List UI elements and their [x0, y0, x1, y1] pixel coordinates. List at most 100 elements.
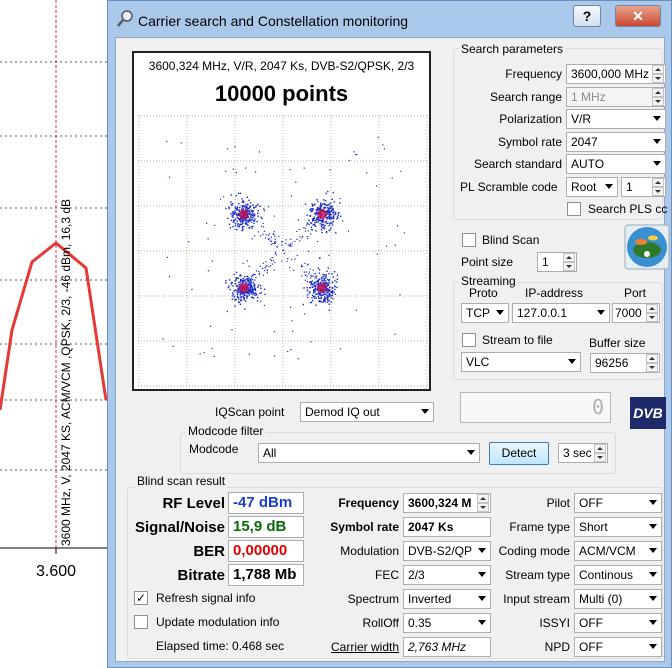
- symbol-rate-select[interactable]: 2047: [566, 132, 666, 152]
- chevron-down-icon: [597, 310, 605, 315]
- spectrum-select[interactable]: Inverted: [403, 589, 491, 609]
- port-label: Port: [624, 286, 647, 300]
- point-size-label: Point size: [461, 255, 514, 269]
- polarization-label: Polarization: [499, 112, 562, 126]
- search-range-input[interactable]: 1 MHz: [566, 87, 666, 107]
- chevron-down-icon: [653, 116, 661, 121]
- magnifier-icon: [117, 10, 133, 27]
- point-size-spinner[interactable]: [563, 253, 575, 271]
- ip-address-label: IP-address: [525, 286, 584, 300]
- player-select[interactable]: VLC: [461, 352, 581, 372]
- polarization-select[interactable]: V/R: [566, 109, 666, 129]
- search-standard-label: Search standard: [473, 157, 562, 171]
- update-modulation-checkbox[interactable]: [134, 615, 148, 629]
- fish-logo-icon[interactable]: [624, 224, 670, 270]
- iqscan-select[interactable]: Demod IQ out: [300, 402, 434, 422]
- fec-select[interactable]: 2/3: [403, 565, 491, 585]
- cluster-center: [238, 282, 249, 293]
- bitrate-label: Bitrate: [177, 567, 225, 584]
- rolloff-select[interactable]: 0.35: [403, 613, 491, 633]
- frequency-spinner[interactable]: [652, 65, 664, 83]
- signal-annotation: 3600 MHz, V, 2047 KS, ACM/VCM ,QPSK, 2/3…: [59, 198, 73, 546]
- chevron-down-icon: [568, 359, 576, 364]
- constellation-cluster: [282, 250, 339, 311]
- frame-type-select[interactable]: Short: [574, 517, 662, 537]
- carrier-width-value: 2,763 MHz: [403, 637, 491, 657]
- constellation-cluster: [225, 252, 285, 310]
- points-label: 10000 points: [214, 81, 349, 106]
- proto-select[interactable]: TCP: [461, 303, 509, 323]
- issyi-label: ISSYI: [539, 616, 570, 630]
- frequency-input[interactable]: 3600,000 MHz: [566, 64, 666, 84]
- ber-value: 0,00000: [228, 540, 304, 562]
- rf-level-label: RF Level: [162, 495, 225, 512]
- search-pls-checkbox[interactable]: [567, 202, 581, 216]
- chevron-down-icon: [649, 524, 657, 529]
- carrier-width-link[interactable]: Carrier width: [308, 640, 399, 654]
- constellation-plot: [138, 115, 428, 387]
- pl-code-spinner[interactable]: [652, 178, 664, 196]
- elapsed-time: Elapsed time: 0.468 sec: [156, 639, 285, 653]
- search-range-spinner[interactable]: [652, 88, 664, 106]
- detect-button[interactable]: Detect: [489, 442, 549, 465]
- modcode-select[interactable]: All: [258, 443, 480, 463]
- port-input[interactable]: 7000: [612, 303, 660, 323]
- result-symbol-rate-label: Symbol rate: [330, 520, 399, 534]
- modulation-select[interactable]: DVB-S2/QP: [403, 541, 491, 561]
- stream-to-file-label: Stream to file: [482, 333, 553, 347]
- modulation-label: Modulation: [340, 544, 399, 558]
- counter-display: 0: [460, 392, 611, 423]
- result-frequency-label: Frequency: [338, 496, 399, 510]
- update-modulation-label: Update modulation info: [156, 615, 280, 629]
- npd-label: NPD: [544, 640, 570, 654]
- stream-to-file-checkbox[interactable]: [462, 333, 476, 347]
- constellation-cluster: [285, 190, 342, 247]
- buffer-size-input[interactable]: 96256: [590, 353, 660, 373]
- iqscan-label: IQScan point: [215, 405, 285, 419]
- proto-label: Proto: [469, 286, 498, 300]
- chevron-down-icon: [478, 572, 486, 577]
- issyi-select[interactable]: OFF: [574, 613, 662, 633]
- chevron-down-icon: [478, 620, 486, 625]
- input-stream-select[interactable]: Multi (0): [574, 589, 662, 609]
- blind-scan-checkbox[interactable]: [462, 233, 476, 247]
- point-size-input[interactable]: 1: [537, 252, 577, 272]
- input-stream-label: Input stream: [503, 592, 570, 606]
- fec-label: FEC: [375, 568, 399, 582]
- coding-mode-label: Coding mode: [498, 544, 570, 558]
- chevron-down-icon: [478, 596, 486, 601]
- pl-code-input[interactable]: 1: [621, 177, 666, 197]
- interval-input[interactable]: 3 sec: [558, 443, 608, 463]
- result-symbol-rate-value: 2047 Ks: [403, 517, 491, 537]
- help-button[interactable]: ?: [573, 5, 601, 27]
- carrier-search-window: Carrier search and Constellation monitor…: [107, 0, 672, 668]
- pl-mode-select[interactable]: Root: [566, 177, 618, 197]
- result-frequency-spinner[interactable]: [477, 494, 489, 512]
- rolloff-label: RollOff: [362, 616, 399, 630]
- npd-select[interactable]: OFF: [574, 637, 662, 657]
- interval-spinner[interactable]: [594, 444, 606, 462]
- rf-level-value: -47 dBm: [228, 492, 304, 514]
- coding-mode-select[interactable]: ACM/VCM: [574, 541, 662, 561]
- blind-scan-result-title: Blind scan result: [135, 474, 228, 488]
- symbol-rate-label: Symbol rate: [497, 135, 562, 149]
- search-standard-select[interactable]: AUTO: [566, 154, 666, 174]
- close-button[interactable]: ✕: [615, 5, 661, 27]
- chevron-down-icon: [496, 310, 504, 315]
- refresh-signal-checkbox[interactable]: ✓: [134, 591, 148, 605]
- chevron-down-icon: [605, 184, 613, 189]
- buffer-size-spinner[interactable]: [646, 354, 658, 372]
- modcode-filter-title: Modcode filter: [186, 424, 266, 438]
- ber-label: BER: [193, 543, 225, 560]
- ip-address-select[interactable]: 127.0.0.1: [512, 303, 610, 323]
- cluster-center: [317, 209, 328, 220]
- refresh-signal-label: Refresh signal info: [156, 591, 256, 605]
- chevron-down-icon: [649, 572, 657, 577]
- constellation-cluster: [225, 192, 285, 253]
- outlier-points: [162, 136, 405, 360]
- chevron-down-icon: [649, 620, 657, 625]
- cluster-center: [317, 282, 328, 293]
- stream-type-select[interactable]: Continous: [574, 565, 662, 585]
- pilot-select[interactable]: OFF: [574, 493, 662, 513]
- port-spinner[interactable]: [646, 304, 658, 322]
